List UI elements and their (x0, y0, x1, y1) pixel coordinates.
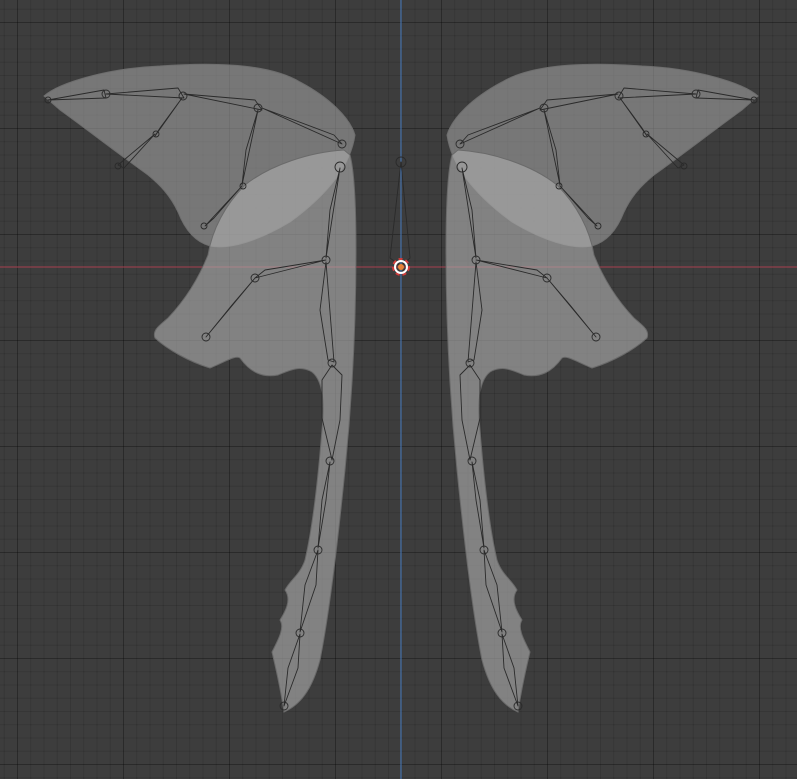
root-bone[interactable] (389, 156, 411, 267)
origin-marker[interactable] (392, 258, 410, 276)
left-lower-wing[interactable] (153, 149, 357, 713)
right-lower-wing[interactable] (445, 149, 649, 713)
left-wing[interactable] (43, 63, 357, 713)
3d-viewport[interactable] (0, 0, 797, 779)
origin-dot (398, 264, 404, 270)
scene-canvas[interactable] (0, 0, 797, 779)
right-wing[interactable] (445, 63, 759, 713)
